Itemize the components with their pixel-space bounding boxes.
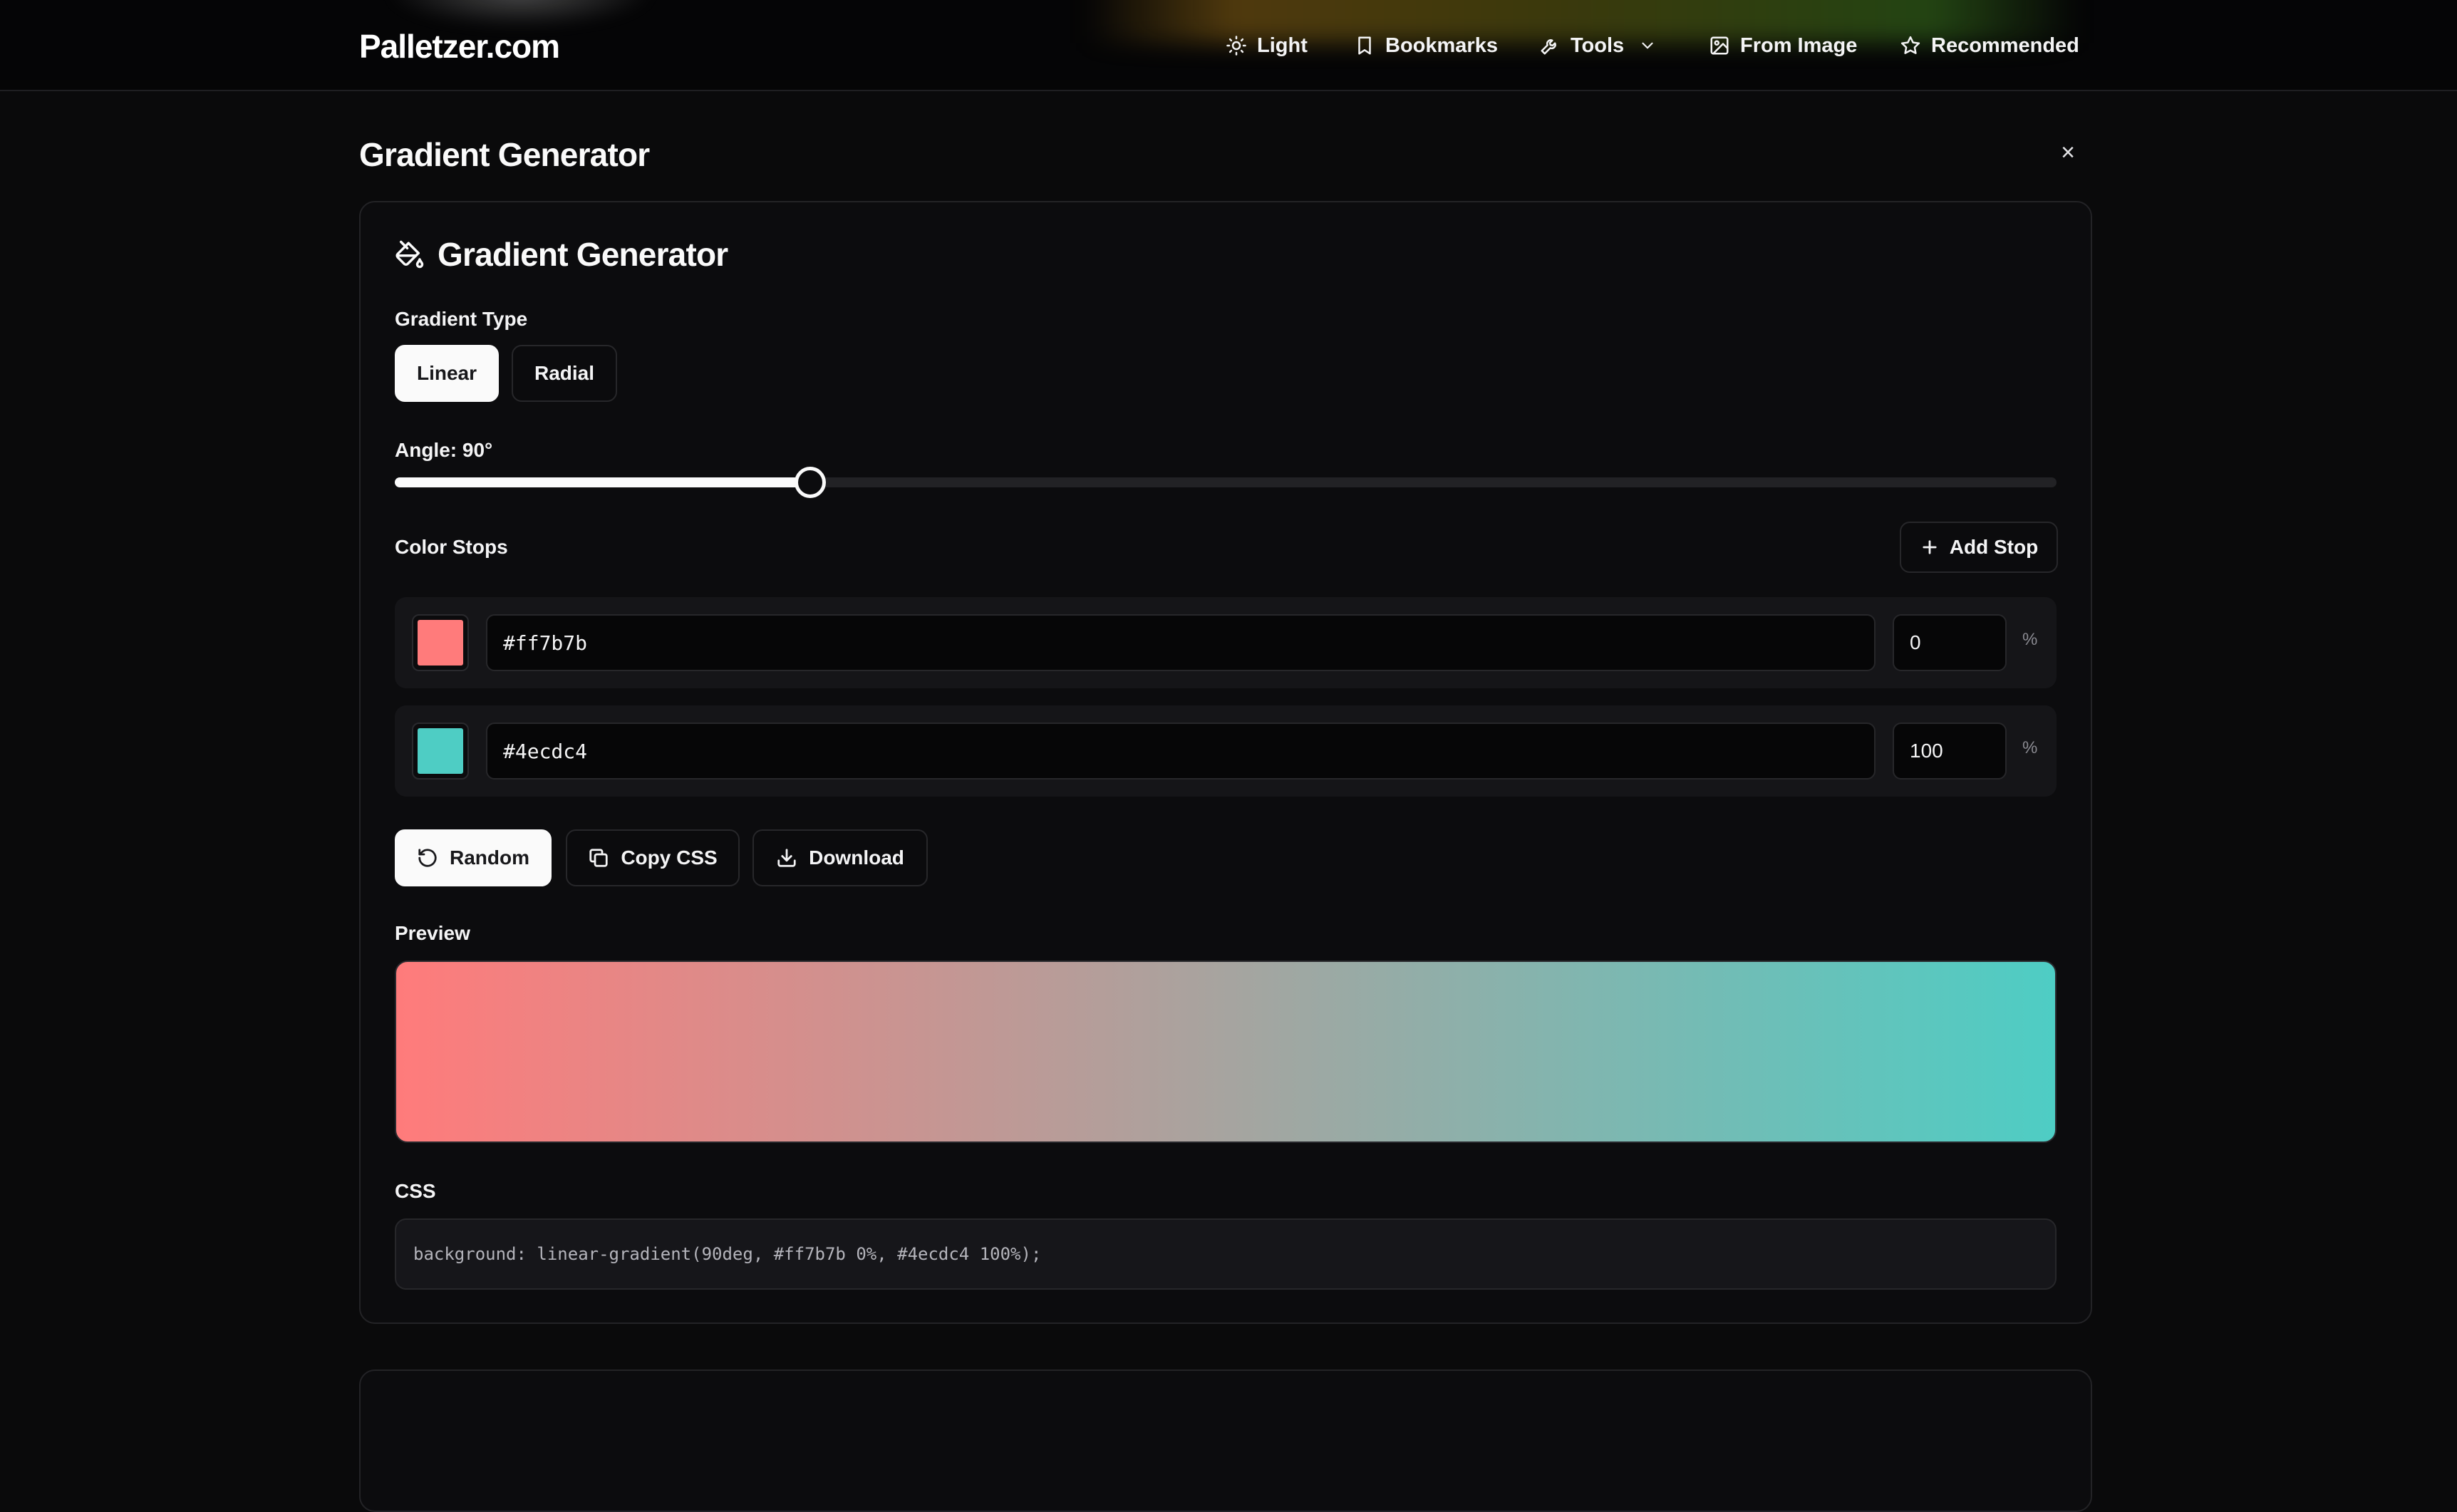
copy-css-label: Copy CSS (621, 846, 718, 869)
stop-position-input[interactable] (1893, 723, 2007, 780)
nav-item-tools[interactable]: Tools (1539, 30, 1657, 61)
nav-item-label: From Image (1740, 33, 1858, 57)
random-label: Random (450, 846, 529, 869)
hex-color-input[interactable] (486, 723, 1876, 780)
color-swatch-fill (418, 620, 463, 666)
copy-icon (589, 849, 608, 867)
image-icon (1710, 36, 1729, 55)
nav-item-bookmarks[interactable]: Bookmarks (1354, 30, 1498, 61)
card-title: Gradient Generator (395, 235, 728, 274)
percent-sign: % (2022, 738, 2038, 757)
color-swatch[interactable] (412, 614, 469, 671)
color-swatch-fill (418, 728, 463, 774)
add-stop-button[interactable]: Add Stop (1900, 522, 2058, 573)
bookmark-icon (1358, 36, 1371, 55)
nav-item-label: Tools (1571, 33, 1625, 57)
secondary-card (359, 1369, 2092, 1512)
download-button[interactable]: Download (752, 829, 928, 886)
css-label: CSS (395, 1180, 436, 1202)
nav-menu: Light Bookmarks Tools From Image Recomme… (0, 0, 2457, 90)
top-nav-bar: Palletzer.com Light Bookmarks Tools From… (0, 0, 2457, 91)
nav-item-label: Bookmarks (1385, 33, 1498, 57)
add-stop-label: Add Stop (1949, 536, 2039, 558)
copy-css-button[interactable]: Copy CSS (566, 829, 740, 886)
download-label: Download (809, 846, 904, 869)
close-button[interactable]: × (2055, 139, 2081, 166)
card-title-text: Gradient Generator (438, 236, 728, 273)
page-title: Gradient Generator (359, 136, 650, 173)
rotate-ccw-icon (418, 849, 437, 867)
plus-icon (1923, 540, 1937, 554)
percent-sign: % (2022, 630, 2038, 649)
angle-slider-thumb[interactable] (795, 467, 826, 498)
nav-item-light[interactable]: Light (1226, 30, 1308, 61)
color-stops-label: Color Stops (395, 536, 508, 558)
color-swatch[interactable] (412, 723, 469, 780)
angle-slider[interactable] (395, 467, 2057, 498)
nav-item-label: Recommended (1931, 33, 2079, 57)
type-radial-button[interactable]: Radial (512, 345, 617, 402)
angle-label: Angle: 90° (395, 439, 493, 461)
stop-position-input[interactable] (1893, 614, 2007, 671)
sun-icon (1226, 36, 1246, 56)
color-stop-row: % (395, 597, 2057, 688)
paint-bucket-icon (395, 240, 424, 269)
star-icon (1900, 36, 1920, 54)
download-icon (777, 849, 796, 867)
gradient-preview (395, 960, 2057, 1143)
random-button[interactable]: Random (395, 829, 552, 886)
wrench-icon (1541, 39, 1556, 55)
color-stop-row: % (395, 705, 2057, 797)
nav-item-label: Light (1257, 33, 1308, 57)
gradient-generator-card: Gradient Generator Gradient Type Linear … (359, 201, 2092, 1324)
type-linear-button[interactable]: Linear (395, 345, 499, 402)
preview-label: Preview (395, 922, 470, 944)
css-output[interactable]: background: linear-gradient(90deg, #ff7b… (395, 1218, 2057, 1290)
hex-color-input[interactable] (486, 614, 1876, 671)
angle-slider-fill (395, 477, 810, 487)
chevron-down-icon (1642, 42, 1653, 49)
nav-item-from-image[interactable]: From Image (1709, 30, 1857, 61)
gradient-type-label: Gradient Type (395, 308, 528, 330)
nav-item-recommended[interactable]: Recommended (1900, 30, 2079, 61)
